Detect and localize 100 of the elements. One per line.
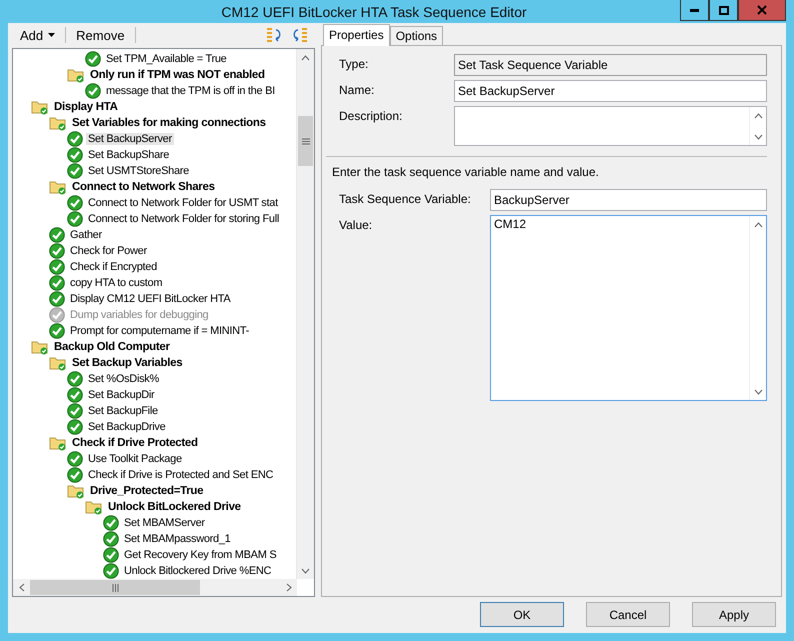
tree-item[interactable]: Set MBAMpassword_1: [122, 533, 232, 545]
folder-check-icon: [49, 115, 67, 131]
type-label: Type:: [338, 56, 370, 71]
check-icon: [103, 547, 119, 563]
tree-item[interactable]: Set MBAMServer: [122, 517, 207, 529]
check-icon: [49, 291, 65, 307]
tree-item[interactable]: Set BackupShare: [86, 149, 172, 161]
folder-check-icon: [67, 483, 85, 499]
check-icon: [49, 227, 65, 243]
name-field[interactable]: Set BackupServer: [454, 80, 767, 102]
description-label: Description:: [338, 108, 404, 123]
tree-item[interactable]: Set BackupDir: [86, 389, 156, 401]
remove-button[interactable]: Remove: [74, 28, 127, 42]
window-title: CM12 UEFI BitLocker HTA Task Sequence Editor: [220, 4, 528, 20]
variable-label: Task Sequence Variable:: [338, 191, 472, 206]
check-icon: [67, 387, 83, 403]
tree-item[interactable]: Set BackupDrive: [86, 421, 168, 433]
add-button[interactable]: Add: [18, 28, 58, 42]
tree-item[interactable]: Use Toolkit Package: [86, 453, 184, 465]
scroll-down-icon[interactable]: [301, 568, 310, 574]
caret-icon: [48, 33, 56, 37]
tree-item[interactable]: Set Backup Variables: [70, 357, 184, 369]
variable-field[interactable]: BackupServer: [490, 189, 767, 211]
folder-check-icon: [49, 179, 67, 195]
folder-check-icon: [49, 435, 67, 451]
tree-item[interactable]: Unlock Bitlockered Drive %ENC: [122, 565, 274, 577]
minimize-icon: [690, 8, 699, 12]
tree-item[interactable]: Set BackupFile: [86, 405, 160, 417]
check-icon: [103, 515, 119, 531]
check-icon: [49, 323, 65, 339]
dialog-button[interactable]: OK: [480, 602, 564, 627]
tree-item[interactable]: Unlock BitLockered Drive: [106, 501, 243, 513]
scroll-down-icon[interactable]: [754, 388, 762, 394]
close-icon: [757, 5, 767, 15]
check-icon: [67, 195, 83, 211]
scrollbar-thumb[interactable]: [298, 116, 313, 166]
tree-item[interactable]: Set USMTStoreShare: [86, 165, 191, 177]
scroll-up-icon[interactable]: [754, 222, 762, 228]
maximize-button[interactable]: [709, 0, 738, 21]
tree-item[interactable]: Connect to Network Folder for USMT stat: [86, 197, 280, 209]
tree-item[interactable]: Display CM12 UEFI BitLocker HTA: [68, 293, 232, 305]
tree-item[interactable]: copy HTA to custom: [68, 277, 164, 289]
instruction-text: Enter the task sequence variable name and value.: [331, 165, 600, 179]
tree-item[interactable]: Drive_Protected=True: [88, 485, 206, 497]
check-icon: [85, 51, 101, 67]
tree-item[interactable]: Check if Encrypted: [68, 261, 159, 273]
tree-item[interactable]: Display HTA: [52, 101, 120, 113]
tree-item[interactable]: Backup Old Computer: [52, 341, 172, 353]
check-icon: [103, 563, 119, 579]
name-label: Name:: [338, 82, 376, 97]
type-field[interactable]: Set Task Sequence Variable: [454, 54, 767, 76]
minimize-button[interactable]: [680, 0, 709, 21]
check-icon: [67, 147, 83, 163]
tree-item[interactable]: Gather: [68, 229, 104, 241]
folder-check-icon: [67, 67, 85, 83]
check-icon: [49, 259, 65, 275]
tree-item[interactable]: Set %OsDisk%: [86, 373, 161, 385]
value-field[interactable]: CM12: [490, 215, 767, 401]
move-up-icon[interactable]: [265, 27, 283, 43]
check-icon: [49, 275, 65, 291]
scroll-right-icon[interactable]: [286, 583, 292, 592]
tree-item[interactable]: Check if Drive is Protected and Set ENC: [86, 469, 276, 481]
scrollbar-thumb[interactable]: [30, 580, 200, 595]
scroll-up-icon[interactable]: [301, 54, 310, 60]
tree-item[interactable]: Connect to Network Shares: [70, 181, 217, 193]
check-icon: [67, 371, 83, 387]
check-icon: [67, 451, 83, 467]
scroll-up-icon[interactable]: [754, 112, 762, 118]
tree-item[interactable]: Connect to Network Folder for storing Full: [86, 213, 281, 225]
tree-item[interactable]: Only run if TPM was NOT enabled: [88, 69, 267, 81]
tree-item[interactable]: Set BackupServer: [86, 133, 174, 145]
tree-item[interactable]: Check if Drive Protected: [70, 437, 200, 449]
check-icon: [103, 531, 119, 547]
tab[interactable]: Options: [390, 26, 444, 45]
folder-check-icon: [85, 499, 103, 515]
tree-item[interactable]: Prompt for computername if = MININT-: [68, 325, 252, 337]
folder-check-icon: [31, 99, 49, 115]
tree-item[interactable]: Get Recovery Key from MBAM S: [122, 549, 278, 561]
scroll-left-icon[interactable]: [18, 583, 24, 592]
check-icon: [67, 211, 83, 227]
dialog-button[interactable]: Apply: [692, 602, 776, 627]
check-icon: [67, 163, 83, 179]
scroll-down-icon[interactable]: [754, 134, 762, 140]
tree-item[interactable]: Set Variables for making connections: [70, 117, 268, 129]
check-icon: [67, 131, 83, 147]
check-icon: [49, 307, 65, 323]
check-icon: [49, 243, 65, 259]
description-field[interactable]: [454, 106, 767, 146]
move-down-icon[interactable]: [291, 27, 309, 43]
check-icon: [85, 83, 101, 99]
tab[interactable]: Properties: [323, 24, 390, 46]
check-icon: [67, 419, 83, 435]
tree-item[interactable]: Check for Power: [68, 245, 149, 257]
dialog-button[interactable]: Cancel: [586, 602, 670, 627]
value-label: Value:: [338, 217, 374, 232]
maximize-icon: [718, 6, 728, 14]
tree-item[interactable]: message that the TPM is off in the BI: [104, 85, 277, 97]
tree-item[interactable]: Set TPM_Available = True: [104, 53, 228, 65]
close-button[interactable]: [738, 0, 786, 21]
check-icon: [67, 403, 83, 419]
